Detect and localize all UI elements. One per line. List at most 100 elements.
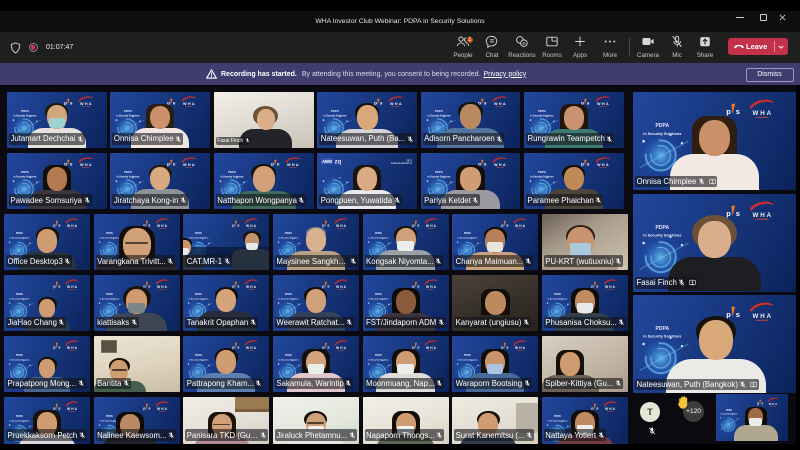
svg-text:WHA: WHA (67, 408, 78, 412)
svg-text:in Security Solutions: in Security Solutions (427, 114, 451, 117)
svg-text:s: s (237, 284, 240, 289)
svg-text:s: s (148, 284, 151, 289)
svg-text:WHA: WHA (67, 346, 78, 350)
svg-text:PDPA: PDPA (464, 231, 471, 235)
svg-text:WHA: WHA (426, 285, 437, 289)
svg-text:WHA: WHA (157, 224, 168, 228)
svg-text:PDPA: PDPA (16, 353, 23, 357)
svg-text:s: s (596, 284, 599, 289)
svg-text:s: s (506, 345, 509, 350)
svg-text:in Security Solutions: in Security Solutions (9, 420, 30, 423)
svg-text:PDPA: PDPA (374, 292, 381, 296)
svg-text:in Security Solutions: in Security Solutions (458, 359, 479, 362)
svg-text:p: p (64, 100, 67, 105)
svg-text:PDPA: PDPA (464, 353, 471, 357)
svg-text:p: p (726, 107, 731, 116)
svg-text:p: p (322, 222, 325, 227)
svg-text:WHA: WHA (769, 402, 777, 406)
svg-text:s: s (237, 222, 240, 227)
svg-text:p: p (726, 209, 731, 218)
svg-text:WHA: WHA (246, 224, 257, 228)
svg-text:in Security Solutions: in Security Solutions (13, 175, 37, 178)
svg-text:WHA: WHA (336, 346, 347, 350)
svg-text:PDPA: PDPA (331, 109, 340, 113)
svg-text:PDPA: PDPA (554, 414, 561, 418)
svg-text:in Security Solutions: in Security Solutions (643, 233, 681, 237)
svg-text:PDPA: PDPA (655, 224, 669, 230)
svg-text:s: s (237, 345, 240, 350)
svg-text:in Security Solutions: in Security Solutions (547, 297, 568, 300)
svg-text:p: p (53, 345, 56, 350)
svg-text:PDPA: PDPA (434, 170, 443, 174)
svg-text:in Security Solutions: in Security Solutions (189, 359, 210, 362)
svg-text:in Security Solutions: in Security Solutions (278, 297, 299, 300)
svg-text:PDPA: PDPA (16, 231, 23, 235)
svg-text:WHA: WHA (67, 285, 78, 289)
svg-text:s: s (761, 401, 763, 405)
svg-text:s: s (417, 222, 420, 227)
svg-text:national phuwet st: national phuwet st (391, 162, 412, 165)
svg-text:PDPA: PDPA (655, 326, 669, 332)
svg-text:p: p (322, 284, 325, 289)
svg-text:s: s (70, 161, 73, 166)
svg-text:PDPA: PDPA (21, 109, 30, 113)
svg-text:WHA: WHA (67, 224, 78, 228)
svg-text:PDPA: PDPA (106, 414, 113, 418)
svg-text:PDPA: PDPA (195, 353, 202, 357)
svg-text:PDPA: PDPA (538, 109, 547, 113)
svg-text:in Security Solutions: in Security Solutions (427, 175, 451, 178)
svg-text:s: s (736, 107, 740, 116)
svg-text:WHA: WHA (246, 346, 257, 350)
svg-text:s: s (587, 100, 590, 105)
svg-text:WHA: WHA (494, 163, 506, 167)
svg-text:PDPA: PDPA (554, 292, 561, 296)
svg-text:PDPA: PDPA (538, 170, 547, 174)
svg-text:PDPA: PDPA (124, 170, 133, 174)
svg-text:PDPA: PDPA (124, 109, 133, 113)
svg-text:WHA: WHA (183, 163, 195, 167)
svg-text:s: s (483, 100, 486, 105)
svg-text:WHA: WHA (80, 102, 92, 106)
svg-text:in Security Solutions: in Security Solutions (324, 114, 348, 117)
svg-text:s: s (173, 100, 176, 105)
svg-text:WHA: WHA (426, 224, 437, 228)
svg-text:in Security Solutions: in Security Solutions (530, 175, 554, 178)
svg-text:s: s (70, 100, 73, 105)
svg-text:WHA: WHA (246, 285, 257, 289)
svg-text:PDPA: PDPA (285, 353, 292, 357)
svg-text:p: p (143, 406, 146, 411)
svg-text:WHA: WHA (605, 285, 616, 289)
svg-text:PDPA: PDPA (195, 231, 202, 235)
svg-text:PDPA: PDPA (106, 231, 113, 235)
svg-text:s: s (596, 406, 599, 411)
svg-text:s: s (417, 345, 420, 350)
svg-text:WHA: WHA (426, 346, 437, 350)
svg-text:s: s (736, 209, 740, 218)
svg-text:PDPA: PDPA (106, 292, 113, 296)
svg-text:in Security Solutions: in Security Solutions (13, 114, 37, 117)
svg-text:WHA: WHA (183, 102, 195, 106)
svg-text:in Security Solutions: in Security Solutions (9, 297, 30, 300)
svg-text:WHA: WHA (597, 163, 609, 167)
svg-text:in Security Solutions: in Security Solutions (189, 297, 210, 300)
svg-text:WHA: WHA (597, 102, 609, 106)
svg-text:in Security Solutions: in Security Solutions (530, 114, 554, 117)
svg-text:ABW: ABW (322, 159, 332, 164)
svg-text:in Security Solutions: in Security Solutions (117, 114, 141, 117)
svg-text:s: s (148, 406, 151, 411)
svg-text:p: p (232, 222, 235, 227)
svg-text:WHA: WHA (515, 346, 526, 350)
svg-text:WHA: WHA (287, 163, 299, 167)
svg-text:s: s (483, 161, 486, 166)
svg-text:s: s (173, 161, 176, 166)
svg-text:PDPA: PDPA (434, 109, 443, 113)
svg-text:WHA: WHA (494, 102, 506, 106)
svg-text:WHA: WHA (157, 408, 168, 412)
svg-text:p: p (53, 284, 56, 289)
svg-text:in Security Solutions: in Security Solutions (368, 236, 389, 239)
svg-text:PDPA: PDPA (195, 292, 202, 296)
svg-text:in Security Solutions: in Security Solutions (278, 359, 299, 362)
svg-text:p: p (412, 222, 415, 227)
svg-text:PDPA: PDPA (21, 170, 30, 174)
svg-text:p: p (167, 161, 170, 166)
